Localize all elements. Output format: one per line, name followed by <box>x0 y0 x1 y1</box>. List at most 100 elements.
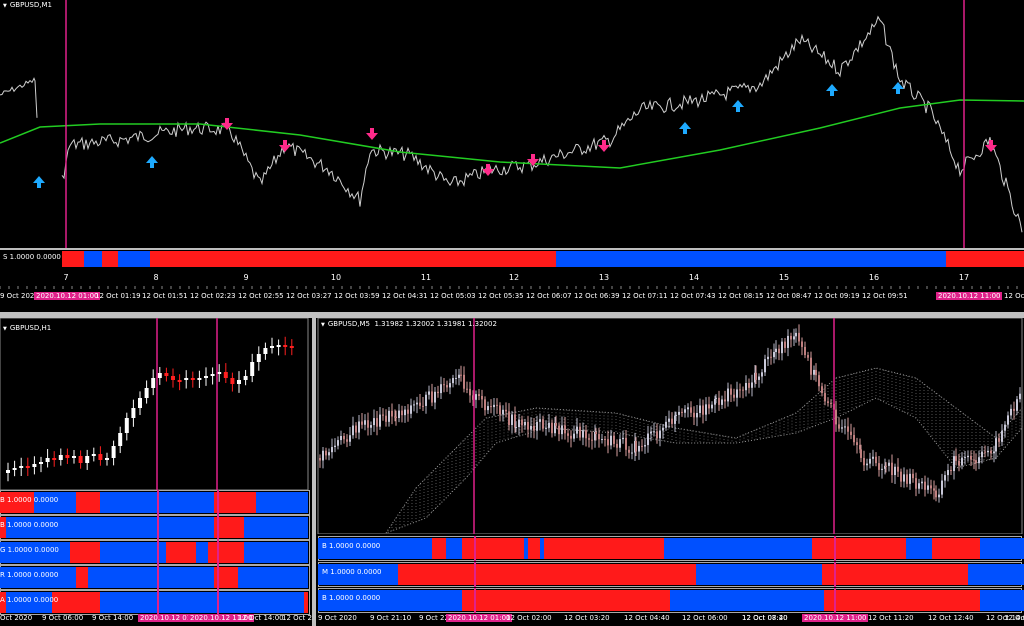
time-axis-label: 12 Oct 02:23 <box>190 292 236 300</box>
candle-body <box>530 425 532 430</box>
candle-body <box>938 494 940 498</box>
signal-band-segment <box>462 590 670 611</box>
candle-body <box>818 375 820 387</box>
top-pane-separator[interactable] <box>0 248 1024 250</box>
candle-body <box>358 421 360 433</box>
candle-body <box>542 419 544 429</box>
left-price-plot[interactable] <box>0 318 310 490</box>
time-axis-label: 12 Oct 01:19 <box>95 292 141 300</box>
day-axis-label: 16 <box>869 273 879 282</box>
candle-body <box>995 438 997 452</box>
chart-menu-icon[interactable]: ▼ <box>321 322 325 328</box>
candle-body <box>370 425 372 428</box>
top-price-plot[interactable] <box>0 0 1024 248</box>
candle-body <box>970 455 972 460</box>
day-axis-label: 17 <box>959 273 969 282</box>
candle-body <box>1013 408 1015 411</box>
time-axis-label: 9 Oct 21:10 <box>370 614 412 622</box>
candle-body <box>585 430 587 439</box>
up-arrow-icon <box>732 100 744 112</box>
candle-body <box>742 389 744 391</box>
right-chart-ohlc: 1.31982 1.32002 1.31981 1.32002 <box>374 320 497 328</box>
candle-body <box>243 376 248 380</box>
session-marker-line <box>157 515 159 540</box>
down-arrow-icon <box>221 118 233 130</box>
time-axis-label: 12 Oct 01:51 <box>142 292 188 300</box>
candle-body <box>343 436 345 440</box>
candle-body <box>815 369 817 376</box>
candle-body <box>964 457 966 459</box>
time-axis-label: 9 Oct 2020 <box>318 614 357 622</box>
candle-body <box>340 436 342 441</box>
time-axis-label: Oct 2020 <box>0 614 33 622</box>
signal-band-segment <box>214 517 244 538</box>
candle-body <box>613 435 615 444</box>
candle-body <box>844 426 846 428</box>
candle-body <box>564 425 566 434</box>
candle-body <box>798 332 800 342</box>
candle-body <box>437 391 439 394</box>
candle-body <box>289 346 294 348</box>
signal-band-segment <box>238 567 308 588</box>
signal-band-segment <box>256 492 308 513</box>
signal-band-segment <box>432 538 446 559</box>
candle-body <box>604 439 606 441</box>
right-price-plot[interactable] <box>316 318 1024 534</box>
signal-band-segment <box>556 251 946 267</box>
down-arrow-icon <box>598 140 610 152</box>
candle-body <box>665 421 667 428</box>
candle-body <box>875 456 877 464</box>
candle-body <box>157 373 162 378</box>
candle-body <box>881 468 883 470</box>
left-chart-window[interactable]: ▼ GBPUSD,H1 B 1.0000 0.0000 B 1.0000 0.000… <box>0 318 312 626</box>
signal-band-segment <box>76 567 88 588</box>
candle-body <box>730 388 732 395</box>
candle-body <box>555 423 557 426</box>
signal-band-segment <box>946 251 1024 267</box>
time-axis-label: 12 Oct 07:43 <box>670 292 716 300</box>
signal-band-segment <box>398 564 696 585</box>
candle-body <box>918 483 920 489</box>
candle-body <box>935 490 937 498</box>
candle-body <box>496 404 498 406</box>
top-chart-window[interactable]: ▼ GBPUSD,M1 S 1.0000 0.0000 7 8 9 10 11 12 13 14… <box>0 0 1024 312</box>
candle-body <box>930 485 932 489</box>
candle-body <box>718 397 720 405</box>
candle-body <box>505 409 507 412</box>
candle-body <box>941 480 943 495</box>
candle-body <box>319 458 321 461</box>
candle-body <box>373 418 375 426</box>
candle-body <box>924 481 926 490</box>
candle-body <box>416 402 418 405</box>
day-axis-label: 9 <box>243 273 248 282</box>
signal-band-segment <box>84 251 102 267</box>
chart-menu-icon[interactable]: ▼ <box>3 326 7 332</box>
candle-body <box>903 474 905 482</box>
time-axis-label: 2020.10.12 11:00 <box>936 292 1003 300</box>
time-axis-label: 12 Oct 12:40 <box>928 614 974 622</box>
time-axis-label: 12 Oct 02:00 <box>506 614 552 622</box>
candle-body <box>570 435 572 439</box>
candle-body <box>422 405 424 407</box>
candle-body <box>807 355 809 358</box>
right-time-axis: 9 Oct 2020 9 Oct 21:10 9 Oct 22: 2020.10.12… <box>316 614 1024 626</box>
candle-body <box>869 458 871 464</box>
signal-band-segment <box>528 538 540 559</box>
down-arrow-icon <box>279 140 291 152</box>
right-chart-window[interactable]: ▼ GBPUSD,M5 1.31982 1.32002 1.31981 1.320… <box>316 318 1024 626</box>
candle-body <box>337 440 339 446</box>
signal-band-segment <box>102 251 118 267</box>
candle-body <box>151 378 156 388</box>
candle-body <box>662 427 664 431</box>
day-axis-label: 10 <box>331 273 341 282</box>
time-axis-label: 12 Oct 06:00 <box>682 614 728 622</box>
time-axis-label: 12 Oct 03:27 <box>286 292 332 300</box>
candle-body <box>65 455 70 458</box>
plot-frame <box>0 318 309 490</box>
candle-body <box>622 437 624 440</box>
candle-body <box>561 425 563 435</box>
signal-band-segment <box>76 492 100 513</box>
session-marker-line <box>474 562 476 587</box>
candle-body <box>830 402 832 404</box>
chart-menu-icon[interactable]: ▼ <box>3 3 7 9</box>
